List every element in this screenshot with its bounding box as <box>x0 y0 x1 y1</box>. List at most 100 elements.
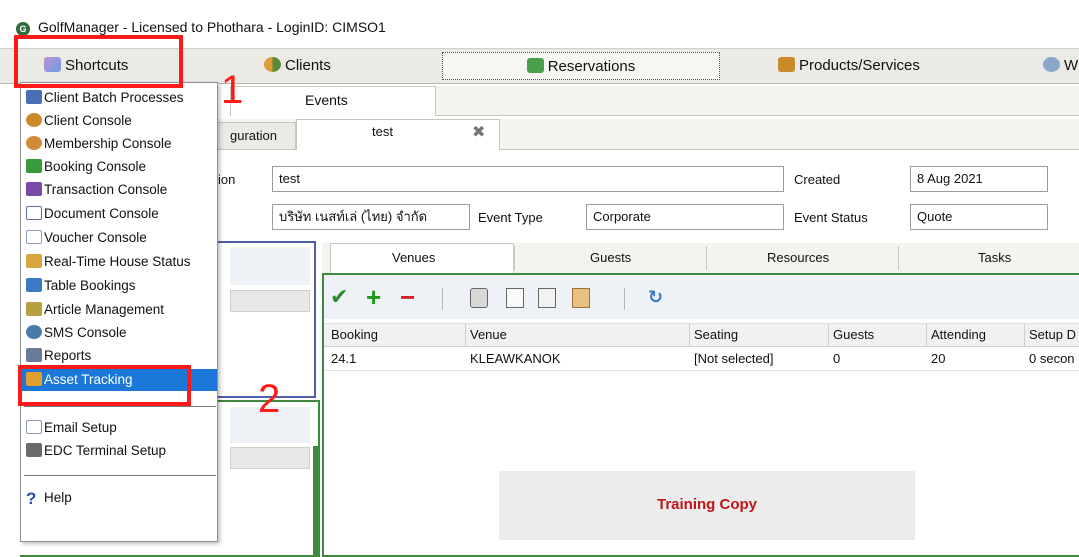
remove-icon[interactable]: − <box>400 284 415 310</box>
sms-icon <box>26 325 42 339</box>
column-guests[interactable]: Guests <box>833 327 874 342</box>
reports-icon <box>26 348 42 362</box>
batch-process-icon <box>26 90 42 104</box>
edc-terminal-icon <box>26 443 42 457</box>
event-status-label: Event Status <box>794 210 868 225</box>
menu-item-email-setup[interactable]: Email Setup <box>21 417 217 439</box>
menu-separator <box>24 475 216 476</box>
help-icon: ? <box>26 489 37 508</box>
menu-item-booking-console[interactable]: Booking Console <box>21 156 217 178</box>
menu-item-table-bookings[interactable]: Table Bookings <box>21 275 217 297</box>
print-icon[interactable] <box>470 288 488 308</box>
tab-w[interactable]: W <box>1043 52 1078 80</box>
menu-item-article-management[interactable]: Article Management <box>21 299 217 321</box>
column-divider <box>689 323 690 347</box>
event-type-field[interactable]: Corporate <box>586 204 784 230</box>
tab-test[interactable] <box>296 119 500 150</box>
menu-item-label: Help <box>44 490 72 505</box>
left-panel-top-row <box>230 290 310 312</box>
cell-booking: 24.1 <box>331 351 357 366</box>
menu-item-sms-console[interactable]: SMS Console <box>21 322 217 344</box>
left-panel-top-header <box>230 247 310 285</box>
tab-resources[interactable]: Resources <box>767 250 829 265</box>
new-document-icon[interactable] <box>506 288 524 308</box>
tab-products-services[interactable]: Products/Services <box>778 52 920 80</box>
article-icon <box>26 302 42 316</box>
menu-item-label: Transaction Console <box>44 182 168 197</box>
refresh-icon[interactable]: ↻ <box>648 284 663 310</box>
toolbar-separator <box>624 288 625 310</box>
edit-icon[interactable] <box>538 288 556 308</box>
voucher-icon <box>26 230 42 244</box>
cell-venue: KLEAWKANOK <box>470 351 561 366</box>
tab-products-label: Products/Services <box>799 57 920 74</box>
booking-icon <box>26 159 42 173</box>
menu-item-membership-console[interactable]: Membership Console <box>21 133 217 155</box>
column-venue[interactable]: Venue <box>470 327 507 342</box>
cell-seating: [Not selected] <box>694 351 774 366</box>
close-icon[interactable]: ✖ <box>472 122 485 142</box>
tab-tasks[interactable]: Tasks <box>978 250 1011 265</box>
tab-divider <box>706 246 707 270</box>
menu-item-reports[interactable]: Reports <box>21 345 217 367</box>
menu-item-label: Voucher Console <box>44 230 147 245</box>
menu-item-edc-terminal-setup[interactable]: EDC Terminal Setup <box>21 440 217 462</box>
add-icon[interactable]: + <box>366 284 381 310</box>
toolbar-separator <box>442 288 443 310</box>
annotation-box-asset-tracking <box>18 365 191 406</box>
tab-divider <box>514 246 515 270</box>
document-icon <box>26 206 42 220</box>
column-divider <box>828 323 829 347</box>
grid-toolbar <box>324 275 1079 319</box>
description-field[interactable]: test <box>272 166 784 192</box>
tab-clients-label: Clients <box>285 57 331 74</box>
cell-guests: 0 <box>833 351 841 366</box>
menu-item-label: Booking Console <box>44 159 147 174</box>
tab-configuration-label: guration <box>230 128 277 143</box>
tab-test-label: test <box>372 124 393 139</box>
menu-item-help[interactable]: ? Help <box>21 487 217 509</box>
membership-icon <box>26 136 42 150</box>
event-status-field[interactable]: Quote <box>910 204 1048 230</box>
menu-item-label: Real-Time House Status <box>44 254 191 269</box>
created-label: Created <box>794 172 841 187</box>
menu-item-transaction-console[interactable]: Transaction Console <box>21 179 217 201</box>
table-icon <box>26 278 42 292</box>
reservations-icon <box>526 58 544 73</box>
tab-events-label: Events <box>305 92 348 108</box>
cell-setup: 0 secon <box>1029 351 1075 366</box>
tab-w-label: W <box>1064 57 1079 74</box>
menu-item-client-console[interactable]: Client Console <box>21 110 217 132</box>
tab-guests[interactable]: Guests <box>590 250 631 265</box>
description-label: ion <box>218 172 236 187</box>
training-copy-label: Training Copy <box>656 496 757 513</box>
column-setup[interactable]: Setup D <box>1029 327 1076 342</box>
menu-item-voucher-console[interactable]: Voucher Console <box>21 227 217 249</box>
column-divider <box>465 323 466 347</box>
menu-item-label: Article Management <box>44 302 165 317</box>
menu-item-label: Document Console <box>44 206 159 221</box>
cell-attending: 20 <box>931 351 946 366</box>
menu-item-real-time-house-status[interactable]: Real-Time House Status <box>21 251 217 273</box>
event-type-label: Event Type <box>478 210 543 225</box>
window-title: GolfManager - Licensed to Phothara - Log… <box>38 19 386 35</box>
tab-reservations[interactable]: Reservations <box>442 52 720 80</box>
golf-app-icon: G <box>16 22 30 36</box>
tab-clients[interactable]: Clients <box>264 52 331 80</box>
left-panel-bottom-row <box>230 447 310 469</box>
annotation-box-shortcuts <box>14 35 183 88</box>
assign-icon[interactable] <box>572 288 590 308</box>
column-booking[interactable]: Booking <box>331 327 378 342</box>
check-icon[interactable]: ✔ <box>330 284 348 310</box>
menu-separator <box>24 406 216 407</box>
event-form <box>180 150 1079 246</box>
menu-item-client-batch-processes[interactable]: Client Batch Processes <box>21 87 217 109</box>
menu-item-document-console[interactable]: Document Console <box>21 203 217 225</box>
products-icon <box>778 57 795 72</box>
column-attending[interactable]: Attending <box>931 327 986 342</box>
column-seating[interactable]: Seating <box>694 327 738 342</box>
menu-item-label: Membership Console <box>44 136 172 151</box>
created-field[interactable]: 8 Aug 2021 <box>910 166 1048 192</box>
company-field[interactable]: บริษัท เนสท์เล่ (ไทย) จำกัด <box>272 204 470 230</box>
panel-splitter[interactable] <box>313 446 320 557</box>
